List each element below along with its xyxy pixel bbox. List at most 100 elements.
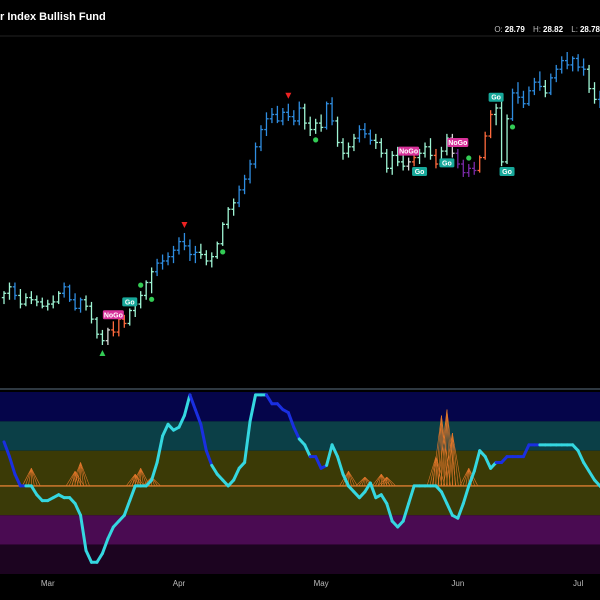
badge-label: Go [415,169,425,176]
price-bar [586,64,592,93]
price-bar [368,129,373,145]
price-bar [187,239,193,261]
price-bar [559,56,564,74]
price-bar [56,291,61,305]
nogo-badge: NoGo [102,310,124,320]
price-bar [461,159,466,177]
price-bar [548,73,553,96]
price-bar [225,207,231,229]
nogo-badge: NoGo [398,146,420,156]
price-bar [231,198,236,216]
badge-label: Go [491,95,501,102]
price-bar [313,118,318,134]
price-bar [488,110,493,139]
price-bar [400,155,406,171]
price-bars [1,52,600,345]
price-bar [67,284,72,302]
price-bar [253,142,258,169]
price-bar [554,64,559,83]
price-bar [1,291,7,305]
go-badge: Go [488,92,504,102]
price-bar [149,267,154,294]
price-bar [472,161,477,175]
price-bar [526,86,532,106]
price-bar [7,282,12,300]
price-bar [318,114,324,132]
price-bar [581,58,586,76]
price-bar [165,252,171,266]
price-bar [493,103,499,126]
x-tick-label: Mar [41,579,55,588]
price-markers [99,92,516,356]
badge-label: NoGo [399,149,418,156]
price-bar [515,82,521,104]
price-bar [510,88,515,121]
price-bar [198,243,204,259]
oscillator-zone [0,421,600,451]
price-bar [455,148,461,169]
go-badge: Go [439,158,455,168]
price-bar [51,295,56,309]
oscillator-zone [0,392,600,422]
price-bar [220,222,225,246]
x-tick-label: May [314,579,329,588]
price-bar [275,105,280,124]
go-dot-marker [466,155,472,161]
price-bar [100,329,105,345]
badge-label: Go [125,299,135,306]
price-bar [143,280,149,300]
price-bar [537,71,543,91]
price-bar [592,82,597,104]
chart-svg: NoGoGoNoGoGoGoNoGoGoGo Mar Apr May Jun Jul [0,35,600,588]
price-bar [504,114,510,165]
price-bar [428,138,433,160]
price-bar [116,316,122,337]
down-triangle-marker [285,92,292,99]
price-bar [111,321,116,337]
price-bar [499,101,504,167]
price-bar [193,245,198,264]
go-dot-marker [313,137,319,143]
oscillator-zones [0,392,600,574]
badge-label: Go [502,169,512,176]
price-bar [466,164,471,177]
chart-root: r Index Bullish Fund O: 28.79 H: 28.82 L: 2… [0,0,600,600]
price-bar [286,103,291,121]
price-bar [351,133,357,152]
price-bar [564,52,570,70]
price-bar [422,142,428,158]
badge-label: NoGo [448,140,467,147]
price-bar [72,293,78,311]
go-dot-marker [509,124,516,130]
price-bar [362,123,368,139]
price-bar [12,282,18,300]
price-bar [280,108,286,126]
price-bar [61,282,67,298]
go-badge: Go [412,167,428,177]
price-bar [18,288,23,309]
price-bar [357,125,362,143]
price-bar [521,90,526,109]
go-dot-marker [138,282,144,288]
price-bar [215,241,220,259]
price-bar [78,297,83,313]
price-bar [34,295,40,307]
x-tick-label: Jul [573,579,583,588]
price-bar [89,301,94,324]
price-bar [570,56,575,72]
price-bar [182,232,187,251]
up-triangle-marker [99,350,106,356]
price-bar [105,327,111,345]
price-bar [297,101,302,126]
price-bar [40,297,45,309]
oscillator-zone [0,485,600,516]
price-bar [209,252,214,268]
price-bar [482,131,488,160]
nogo-badge: NoGo [447,137,469,147]
price-bar [45,299,50,311]
price-bar [138,291,143,309]
badge-label: NoGo [104,312,123,319]
x-tick-label: Jun [451,579,464,588]
price-bar [543,80,548,98]
oscillator-zone [0,515,600,545]
